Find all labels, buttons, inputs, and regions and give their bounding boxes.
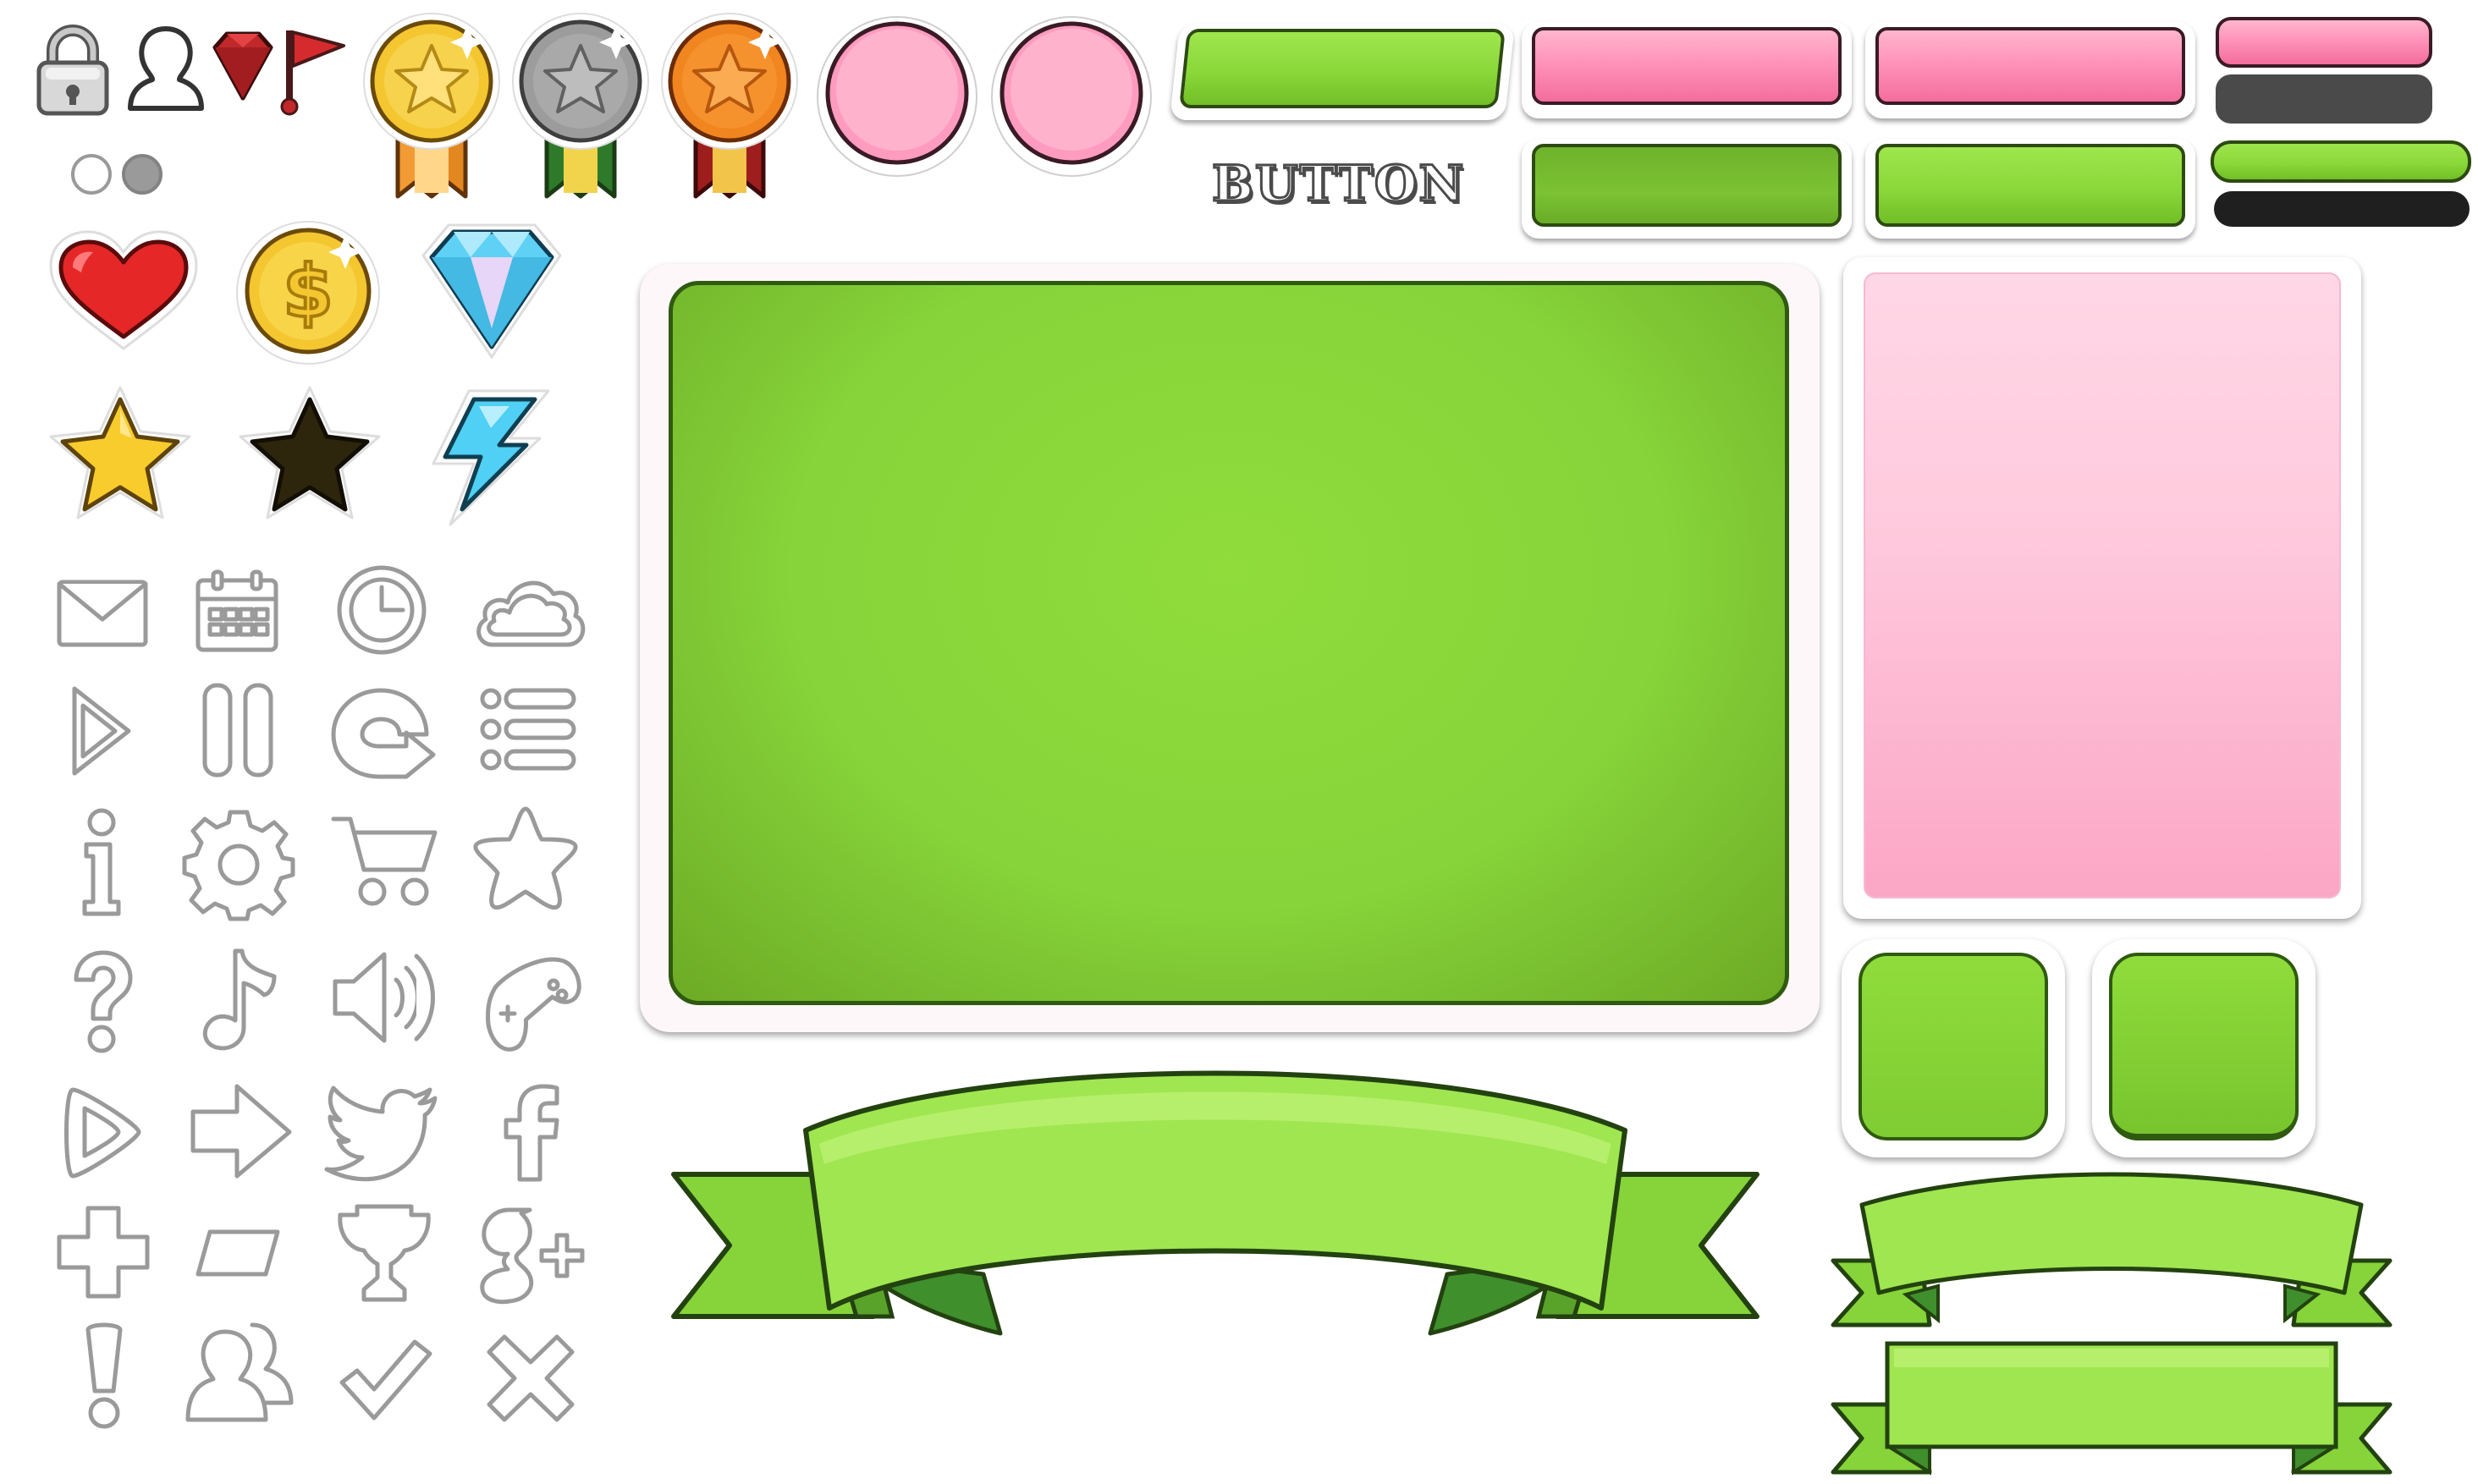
mail-icon[interactable] [56,575,149,651]
profile-silhouette-icon [128,26,204,111]
toggle-off-dot[interactable] [69,152,113,196]
star-gold-icon [49,386,191,519]
gold-medal [363,13,500,199]
star-dark-icon [239,386,381,519]
square-green-button-1[interactable] [1858,953,2048,1140]
twitter-icon[interactable] [324,1086,440,1182]
play-icon[interactable] [68,682,135,780]
blank-tag-icon[interactable] [193,1227,283,1279]
gamepad-icon[interactable] [476,948,587,1052]
lock-icon [36,25,109,116]
round-pink-button[interactable] [814,12,980,178]
green-panel [669,281,1789,1005]
cart-icon[interactable] [330,811,440,910]
pink-panel [1864,272,2341,899]
black-progress-track [2214,191,2470,227]
svg-text:$: $ [283,250,333,334]
pink-button[interactable] [1532,27,1842,105]
dark-progress-track [2216,74,2432,124]
help-icon[interactable] [68,948,135,1054]
lightning-icon [432,389,550,526]
round-pink-button-alt[interactable] [988,12,1154,178]
button-title-text: BUTTON [1210,154,1466,214]
pink-progress-bar [2216,17,2432,68]
facebook-icon[interactable] [494,1081,565,1184]
trophy-icon[interactable] [335,1201,433,1305]
users-icon[interactable] [184,1320,295,1425]
close-icon[interactable] [484,1332,577,1425]
square-green-button-2[interactable] [2109,953,2299,1140]
calendar-icon[interactable] [195,569,279,653]
slanted-green-button[interactable] [1179,29,1506,108]
arrow-right-icon[interactable] [188,1080,295,1183]
restart-icon[interactable] [325,682,437,782]
clock-icon[interactable] [335,563,428,657]
check-icon[interactable] [337,1337,433,1421]
small-straight-ribbon [1831,1341,2393,1476]
silver-medal [512,13,649,199]
next-icon[interactable] [61,1083,146,1183]
pink-button-2[interactable] [1875,27,2185,105]
list-icon[interactable] [479,685,579,773]
large-ribbon-banner [671,1070,1759,1336]
heart-icon [49,230,198,350]
coin-icon: $ [236,221,380,365]
music-icon[interactable] [196,946,284,1054]
sound-icon[interactable] [328,948,438,1047]
exclamation-icon[interactable] [80,1320,129,1430]
flag-icon [280,30,345,116]
pause-icon[interactable] [200,680,276,780]
green-progress-bar [2211,140,2471,183]
gear-icon[interactable] [181,807,296,922]
green-button[interactable] [1875,144,2185,227]
star-outline-icon[interactable] [471,804,581,912]
cloud-icon[interactable] [472,567,587,651]
bronze-medal [661,13,798,199]
google-plus-icon[interactable] [476,1205,587,1305]
toggle-on-dot[interactable] [120,152,164,196]
gem-icon [212,31,273,101]
green-pressed-button[interactable] [1532,144,1842,227]
small-curved-ribbon [1831,1172,2393,1327]
info-icon[interactable] [74,807,129,919]
diamond-icon [421,223,562,360]
plus-icon[interactable] [54,1203,152,1301]
